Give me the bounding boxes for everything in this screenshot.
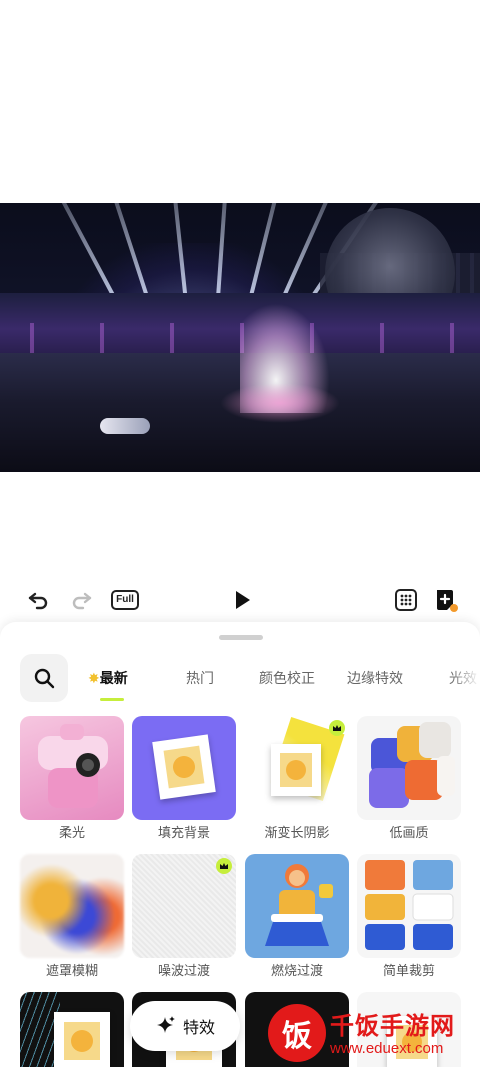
tab-color-correction[interactable]: 颜色校正 bbox=[259, 668, 315, 688]
frame-icon bbox=[271, 744, 321, 796]
effects-sheet: ✸最新 热门 颜色校正 边缘特效 光效 柔光 bbox=[0, 622, 480, 1067]
redo-icon bbox=[72, 592, 92, 610]
character-icon bbox=[265, 864, 333, 946]
cube-icon bbox=[369, 722, 455, 808]
watermark: 饭 千饭手游网 www.eduext.com bbox=[268, 1002, 480, 1064]
effect-thumbnail bbox=[357, 854, 461, 958]
effect-label: 低画质 bbox=[389, 826, 429, 841]
active-tab-indicator bbox=[100, 698, 124, 701]
undo-icon bbox=[28, 592, 48, 610]
sparkle-icon bbox=[156, 1016, 175, 1033]
sheet-handle[interactable] bbox=[219, 635, 263, 640]
effect-thumbnail bbox=[245, 716, 349, 820]
tab-label: 颜色校正 bbox=[259, 671, 315, 687]
effect-label: 简单裁剪 bbox=[382, 964, 435, 979]
grid-button[interactable] bbox=[388, 580, 424, 620]
cropped-character-icon bbox=[365, 860, 454, 950]
preview-area bbox=[0, 0, 480, 580]
effect-label: 填充背景 bbox=[157, 826, 210, 841]
frame-icon bbox=[54, 1012, 110, 1067]
fullscreen-button[interactable]: Full bbox=[107, 580, 143, 620]
effect-label: 噪波过渡 bbox=[157, 964, 210, 979]
watermark-url: www.eduext.com bbox=[330, 1040, 444, 1057]
effect-thumbnail bbox=[357, 716, 461, 820]
effect-label: 柔光 bbox=[58, 826, 85, 841]
add-note-button[interactable] bbox=[428, 580, 464, 620]
frame-icon bbox=[152, 734, 216, 800]
effects-button[interactable]: 特效 bbox=[130, 1001, 240, 1051]
effect-thumbnail bbox=[132, 716, 236, 820]
effects-button-label: 特效 bbox=[182, 1018, 215, 1037]
grid-icon bbox=[395, 589, 417, 611]
tab-hot[interactable]: 热门 bbox=[186, 668, 214, 688]
effect-thumbnail bbox=[20, 992, 124, 1067]
tab-label: 热门 bbox=[186, 671, 214, 687]
add-note-icon bbox=[437, 590, 458, 612]
premium-crown-icon bbox=[329, 720, 345, 736]
jetski bbox=[100, 418, 150, 434]
watermark-title: 千饭手游网 bbox=[330, 1012, 455, 1040]
tab-latest[interactable]: ✸最新 bbox=[88, 668, 128, 688]
effect-thumbnail bbox=[20, 854, 124, 958]
category-tabs: ✸最新 热门 颜色校正 边缘特效 光效 bbox=[0, 654, 480, 704]
tabs-fade bbox=[450, 654, 480, 704]
undo-button[interactable] bbox=[20, 580, 56, 620]
tab-label: 最新 bbox=[99, 671, 128, 687]
effect-label: 遮罩模糊 bbox=[45, 964, 98, 979]
full-label: Full bbox=[111, 590, 139, 610]
effect-thumbnail bbox=[245, 854, 349, 958]
effect-label: 燃烧过渡 bbox=[270, 964, 323, 979]
play-icon bbox=[236, 591, 250, 609]
video-preview[interactable] bbox=[0, 203, 480, 472]
play-button[interactable] bbox=[224, 580, 260, 620]
robot-icon bbox=[38, 724, 108, 808]
effect-thumbnail bbox=[132, 854, 236, 958]
tab-label: 边缘特效 bbox=[347, 671, 403, 687]
editor-toolbar: Full bbox=[0, 580, 480, 622]
search-button[interactable] bbox=[20, 654, 68, 702]
effect-thumbnail bbox=[20, 716, 124, 820]
tab-edge-effects[interactable]: 边缘特效 bbox=[347, 668, 403, 688]
watermark-logo: 饭 bbox=[268, 1004, 326, 1062]
effect-label: 渐变长阴影 bbox=[264, 826, 330, 841]
star-icon: ✸ bbox=[88, 671, 100, 687]
redo-button[interactable] bbox=[64, 580, 100, 620]
premium-crown-icon bbox=[216, 858, 232, 874]
search-icon bbox=[34, 668, 55, 689]
water-splash bbox=[220, 383, 340, 423]
